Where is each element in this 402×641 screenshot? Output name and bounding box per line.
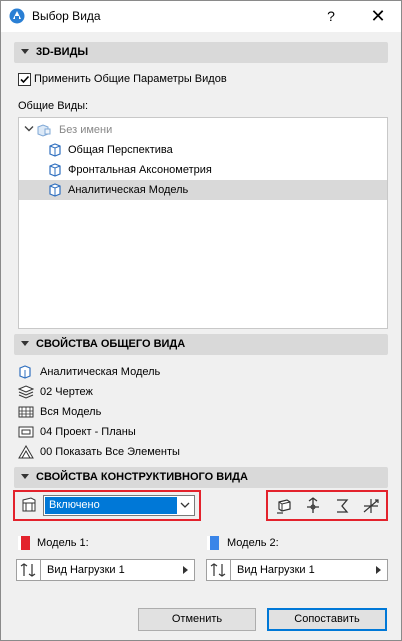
plan-icon bbox=[18, 426, 34, 438]
section-general-props-title: СВОЙСТВА ОБЩЕГО ВИДА bbox=[36, 338, 186, 350]
load-case-icon bbox=[210, 563, 226, 577]
tree-item-analytical-model[interactable]: Аналитическая Модель bbox=[19, 180, 387, 200]
checkmark-icon bbox=[20, 75, 30, 84]
model1-label: Модель 1: bbox=[37, 537, 89, 549]
structural-icon-3[interactable] bbox=[332, 497, 352, 515]
prop-view-label: Аналитическая Модель bbox=[40, 366, 161, 378]
compare-button[interactable]: Сопоставить bbox=[267, 608, 387, 631]
views-tree[interactable]: Без имени Общая Перспектива Фронтальная … bbox=[18, 117, 388, 329]
renovation-icon bbox=[18, 445, 34, 459]
dialog-window: Выбор Вида ? ✕ 3D-ВИДЫ Применить Общие П… bbox=[0, 0, 402, 641]
prop-renovation-label: 00 Показать Все Элементы bbox=[40, 446, 180, 458]
model1-color-icon bbox=[18, 536, 30, 550]
3d-view-icon bbox=[49, 183, 61, 197]
apply-general-params-checkbox[interactable] bbox=[18, 73, 31, 86]
model-view-icon bbox=[18, 406, 34, 418]
prop-layers-label: 02 Чертеж bbox=[40, 386, 93, 398]
structural-display-dropdown[interactable]: Включено bbox=[43, 495, 195, 516]
title-bar: Выбор Вида ? ✕ bbox=[1, 1, 401, 32]
3d-view-icon bbox=[49, 143, 61, 157]
close-button[interactable]: ✕ bbox=[365, 5, 391, 27]
model2-color-fill bbox=[210, 536, 219, 550]
view-icon bbox=[19, 365, 31, 379]
tree-item-frontal-axonometry[interactable]: Фронтальная Аксонометрия bbox=[19, 160, 387, 180]
tree-item-label: Общая Перспектива bbox=[68, 144, 173, 156]
model2-load-combo[interactable]: Вид Нагрузки 1 bbox=[206, 559, 388, 581]
tree-root-row[interactable]: Без имени bbox=[19, 120, 387, 140]
cancel-button[interactable]: Отменить bbox=[138, 608, 256, 631]
tree-item-label: Фронтальная Аксонометрия bbox=[68, 164, 212, 176]
app-icon bbox=[9, 8, 25, 24]
section-structural-title: СВОЙСТВА КОНСТРУКТИВНОГО ВИДА bbox=[36, 471, 248, 483]
model1-combo-value: Вид Нагрузки 1 bbox=[47, 564, 125, 576]
chevron-down-icon[interactable] bbox=[24, 125, 34, 133]
general-views-label: Общие Виды: bbox=[18, 100, 89, 112]
tree-root-label: Без имени bbox=[59, 124, 113, 136]
model2-combo-icon-box bbox=[207, 560, 231, 580]
chevron-right-icon bbox=[183, 566, 188, 574]
load-case-icon bbox=[20, 563, 36, 577]
collapse-arrow-icon bbox=[21, 49, 29, 54]
model1-load-combo[interactable]: Вид Нагрузки 1 bbox=[16, 559, 195, 581]
chevron-right-icon bbox=[376, 566, 381, 574]
apply-general-params-label[interactable]: Применить Общие Параметры Видов bbox=[34, 73, 227, 85]
tree-item-label: Аналитическая Модель bbox=[68, 184, 189, 196]
section-3d-header[interactable]: 3D-ВИДЫ bbox=[14, 42, 388, 63]
layers-icon bbox=[18, 385, 34, 399]
model2-color-swatch bbox=[207, 536, 219, 550]
help-button[interactable]: ? bbox=[319, 5, 343, 27]
dropdown-value: Включено bbox=[45, 497, 177, 514]
structural-icon-2[interactable] bbox=[303, 497, 323, 515]
prop-model-view-label: Вся Модель bbox=[40, 406, 102, 418]
model1-combo-icon-box bbox=[17, 560, 41, 580]
collapse-arrow-icon bbox=[21, 341, 29, 346]
section-structural-header[interactable]: СВОЙСТВА КОНСТРУКТИВНОГО ВИДА bbox=[14, 467, 388, 488]
model2-label: Модель 2: bbox=[227, 537, 279, 549]
tree-item-general-perspective[interactable]: Общая Перспектива bbox=[19, 140, 387, 160]
collapse-arrow-icon bbox=[21, 474, 29, 479]
window-title: Выбор Вида bbox=[32, 9, 101, 23]
model2-combo-value: Вид Нагрузки 1 bbox=[237, 564, 315, 576]
chevron-down-icon bbox=[180, 502, 190, 508]
model1-color-swatch bbox=[18, 536, 30, 550]
model1-color-fill bbox=[21, 536, 30, 550]
folder-views-icon bbox=[37, 124, 51, 137]
section-general-props-header[interactable]: СВОЙСТВА ОБЩЕГО ВИДА bbox=[14, 334, 388, 355]
structural-display-icon bbox=[22, 497, 36, 512]
section-3d-title: 3D-ВИДЫ bbox=[36, 46, 89, 58]
model2-color-icon bbox=[207, 536, 219, 550]
3d-view-icon bbox=[49, 163, 61, 177]
structural-icon-4[interactable] bbox=[361, 497, 381, 515]
prop-plan-label: 04 Проект - Планы bbox=[40, 426, 136, 438]
structural-icon-1[interactable] bbox=[274, 497, 294, 515]
